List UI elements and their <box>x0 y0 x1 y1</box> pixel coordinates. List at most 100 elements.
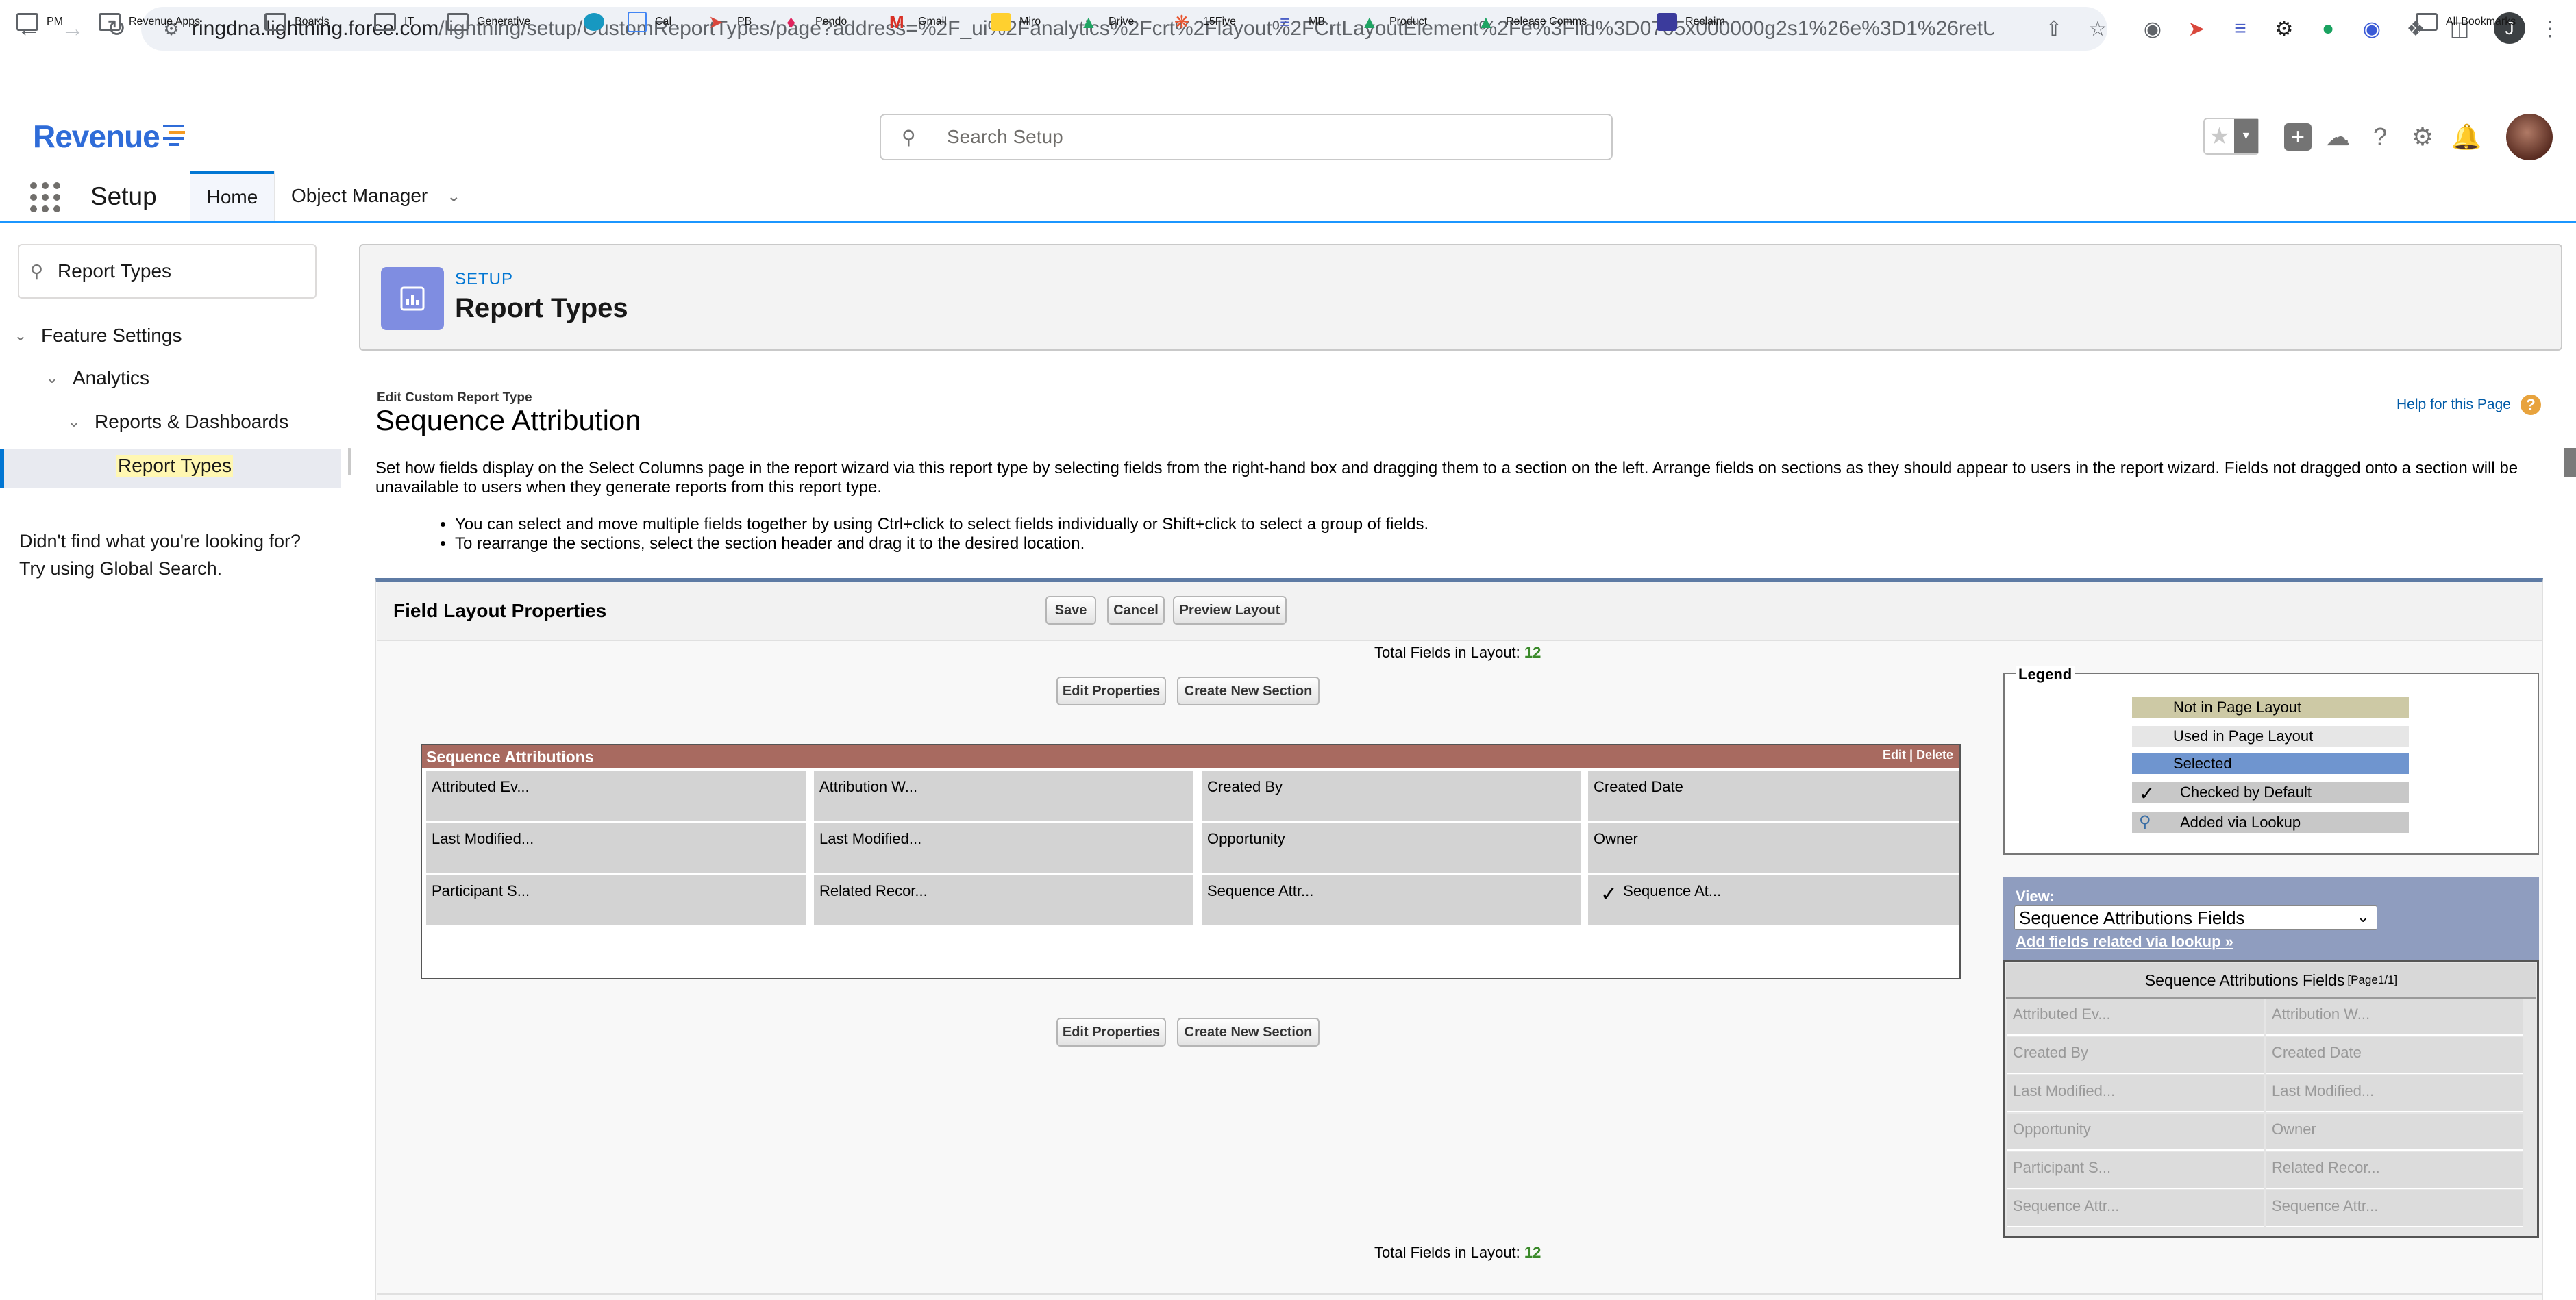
bookmark-boards[interactable]: Boards <box>264 10 330 34</box>
bookmark-cal[interactable]: Cal <box>628 10 671 34</box>
app-launcher-icon[interactable] <box>30 182 60 212</box>
layout-field[interactable]: Sequence Attr... <box>1202 875 1584 925</box>
edit-properties-button-bottom[interactable]: Edit Properties <box>1056 1018 1166 1047</box>
available-field[interactable]: Attribution W... <box>2266 999 2523 1036</box>
layout-field[interactable]: Created By <box>1202 771 1584 821</box>
notifications-bell-icon[interactable]: 🔔 <box>2450 121 2483 153</box>
layout-field[interactable]: Opportunity <box>1202 823 1584 873</box>
search-setup-input[interactable]: ⚲ Search Setup <box>880 114 1613 160</box>
share-icon[interactable]: ⇧ <box>2039 14 2069 44</box>
chevron-down-icon[interactable]: ⌄ <box>44 369 60 387</box>
available-field[interactable]: Owner <box>2266 1114 2523 1151</box>
edit-properties-button[interactable]: Edit Properties <box>1056 677 1166 705</box>
favorites-button[interactable]: ★ ▼ <box>2203 118 2259 155</box>
browser-menu-icon[interactable]: ⋮ <box>2535 14 2565 44</box>
cancel-button[interactable]: Cancel <box>1107 596 1165 625</box>
miro-icon <box>991 13 1011 31</box>
app-logo[interactable]: Revenue <box>33 118 160 155</box>
tree-item-analytics[interactable]: ⌄ Analytics <box>44 367 149 389</box>
available-field[interactable]: Last Modified... <box>2007 1075 2264 1112</box>
layout-field[interactable]: Attribution W... <box>814 771 1196 821</box>
layout-field[interactable]: Last Modified... <box>814 823 1196 873</box>
gear-extension-icon[interactable]: ⚙ <box>2269 14 2299 44</box>
pb-extension-icon[interactable]: ➤ <box>2181 14 2212 44</box>
camera-extension-icon[interactable]: ◉ <box>2138 14 2168 44</box>
tree-label-report-types[interactable]: Report Types <box>116 455 234 477</box>
setup-gear-icon[interactable]: ⚙ <box>2406 121 2439 153</box>
trailhead-icon[interactable]: ☁ <box>2321 121 2354 153</box>
layout-field[interactable]: Attributed Ev... <box>426 771 808 821</box>
bookmark-it[interactable]: IT <box>374 10 414 34</box>
layout-field[interactable]: Owner <box>1588 823 1959 873</box>
reclaim-extension-icon[interactable]: ◉ <box>2357 14 2387 44</box>
chevron-down-icon[interactable]: ⌄ <box>2357 908 2369 926</box>
bookmark-pb[interactable]: ➤ PB <box>708 10 752 34</box>
chevron-down-icon[interactable]: ⌄ <box>12 327 29 345</box>
tree-item-reports-dashboards[interactable]: ⌄ Reports & Dashboards <box>66 411 288 433</box>
reclaim-icon <box>1657 13 1677 31</box>
section-edit-delete-links[interactable]: Edit | Delete <box>1883 748 1953 762</box>
bookmark-label: Release Comms <box>1506 16 1587 27</box>
layout-field-checked[interactable]: ✓ Sequence At... <box>1588 875 1959 925</box>
folder-icon <box>99 13 121 31</box>
create-new-section-button-bottom[interactable]: Create New Section <box>1177 1018 1320 1047</box>
bookmark-label: Gmail <box>918 16 947 27</box>
bookmark-mb[interactable]: ≡ MB <box>1280 10 1325 34</box>
bookmark-salesforce[interactable] <box>584 10 612 34</box>
section-name: Sequence Attributions <box>426 748 594 766</box>
bookmark-miro[interactable]: Miro <box>991 10 1041 34</box>
add-fields-via-lookup-link[interactable]: Add fields related via lookup » <box>2016 933 2233 951</box>
available-field[interactable]: Last Modified... <box>2266 1075 2523 1112</box>
bookmark-generative[interactable]: Generative <box>447 10 530 34</box>
legend-label: Checked by Default <box>2180 784 2312 801</box>
layout-field[interactable]: Created Date <box>1588 771 1959 821</box>
available-field[interactable]: Created Date <box>2266 1037 2523 1074</box>
tab-home[interactable]: Home <box>190 171 274 221</box>
bookmark-reclaim[interactable]: Reclaim <box>1657 10 1725 34</box>
save-button[interactable]: Save <box>1045 596 1096 625</box>
google-drive-icon: ▲ <box>1477 12 1495 32</box>
layout-field[interactable]: Last Modified... <box>426 823 808 873</box>
view-select[interactable]: Sequence Attributions Fields <box>2014 905 2377 930</box>
bookmark-label: Revenue Apps <box>129 16 201 27</box>
help-icon[interactable]: ? <box>2364 121 2397 153</box>
folder-icon <box>16 13 38 31</box>
preview-layout-button[interactable]: Preview Layout <box>1173 596 1287 625</box>
quick-find-input[interactable]: ⚲ Report Types <box>18 244 317 299</box>
tab-object-manager[interactable]: Object Manager ⌄ <box>274 171 480 221</box>
grammarly-extension-icon[interactable]: ● <box>2313 14 2343 44</box>
available-field[interactable]: Opportunity <box>2007 1114 2264 1151</box>
help-for-this-page-link[interactable]: Help for this Page ? <box>2397 395 2541 415</box>
bookmark-release-comms[interactable]: ▲ Release Comms <box>1477 10 1587 34</box>
chevron-down-icon[interactable]: ⌄ <box>447 186 460 206</box>
chevron-down-icon[interactable]: ⌄ <box>66 413 82 431</box>
all-bookmarks[interactable]: All Bookmarks <box>2416 10 2516 34</box>
layout-field[interactable]: Participant S... <box>426 875 808 925</box>
google-drive-icon: ▲ <box>1080 12 1098 32</box>
available-field[interactable]: Sequence Attr... <box>2007 1190 2264 1227</box>
bookmark-pm[interactable]: PM <box>16 10 63 34</box>
bookmark-gmail[interactable]: M Gmail <box>889 10 947 34</box>
available-field[interactable]: Participant S... <box>2007 1152 2264 1189</box>
bookmark-star-icon[interactable]: ☆ <box>2083 14 2113 44</box>
tree-item-feature-settings[interactable]: ⌄ Feature Settings <box>12 325 182 347</box>
report-types-icon <box>381 267 444 330</box>
user-avatar[interactable] <box>2506 114 2553 160</box>
bookmark-15five[interactable]: ❋ 15Five <box>1174 10 1236 34</box>
bookmark-pendo[interactable]: ♦ Pendo <box>787 10 847 34</box>
bookmark-product[interactable]: ▲ Product <box>1361 10 1427 34</box>
legend-added-via-lookup: ⚲ Added via Lookup <box>2132 812 2409 833</box>
global-actions-icon[interactable]: + <box>2281 121 2314 153</box>
available-field[interactable]: Sequence Attr... <box>2266 1190 2523 1227</box>
page-title: Report Types <box>455 293 628 323</box>
bookmark-revenue-apps[interactable]: Revenue Apps <box>99 10 200 34</box>
layout-field[interactable]: Related Recor... <box>814 875 1196 925</box>
available-field[interactable]: Related Recor... <box>2266 1152 2523 1189</box>
available-field[interactable]: Created By <box>2007 1037 2264 1074</box>
create-new-section-button[interactable]: Create New Section <box>1177 677 1320 705</box>
mb-extension-icon[interactable]: ≡ <box>2225 14 2255 44</box>
section-header[interactable] <box>422 745 1959 768</box>
scrollbar-thumb[interactable] <box>2564 448 2576 477</box>
available-field[interactable]: Attributed Ev... <box>2007 999 2264 1036</box>
bookmark-drive[interactable]: ▲ Drive <box>1080 10 1134 34</box>
